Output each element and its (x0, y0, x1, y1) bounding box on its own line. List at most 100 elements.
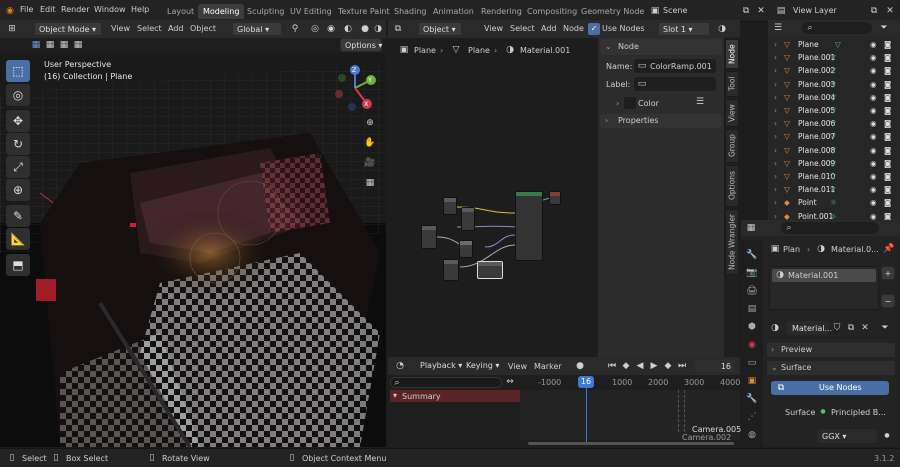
measure-tool-icon[interactable]: 📐 (6, 228, 30, 250)
surface-panel-header[interactable]: ⌄ Surface (767, 361, 895, 375)
duplicate-material-icon[interactable]: ⧉ (845, 322, 857, 334)
hide-eye-icon[interactable]: ◉ (870, 119, 877, 128)
outliner-expand-icon[interactable]: › (774, 146, 777, 155)
scale-tool-icon[interactable]: ⤢ (6, 156, 30, 178)
tab-node[interactable]: Node (725, 39, 739, 69)
options-dropdown[interactable]: Options ▾ (340, 38, 382, 52)
shading-solid-icon[interactable]: ● (359, 23, 371, 35)
shader-type-dropdown[interactable]: Object ▾ (418, 22, 462, 36)
transform-orientation-dropdown[interactable]: Global ▾ (232, 22, 282, 36)
tab-uv-editing[interactable]: UV Editing (285, 4, 337, 19)
blender-logo-icon[interactable]: ◉ (4, 5, 16, 17)
node-mix[interactable] (477, 261, 503, 279)
material-slots-list[interactable]: ◑ Material.001 (769, 266, 879, 310)
camera-view-icon[interactable]: 🎥 (364, 157, 376, 169)
outliner-expand-icon[interactable]: › (774, 80, 777, 89)
tab-compositing[interactable]: Compositing (522, 4, 582, 19)
cursor-tool-icon[interactable]: ◎ (6, 84, 30, 106)
prev-keyframe-icon[interactable]: ◆ (620, 360, 632, 372)
use-nodes-button[interactable]: ⧉ Use Nodes (771, 381, 889, 395)
tab-modeling[interactable]: Modeling (198, 4, 245, 19)
render-camera-icon[interactable]: ◙ (884, 172, 891, 181)
view-layer-name[interactable]: View Layer (793, 6, 837, 15)
outliner-expand-icon[interactable]: › (774, 132, 777, 141)
pan-hand-icon[interactable]: ✋ (364, 137, 376, 149)
menu-render[interactable]: Render (61, 5, 89, 14)
outliner-row[interactable]: › ▽ Plane.002 ▽ ◉ ◙ (768, 65, 900, 78)
tool-tab-icon[interactable]: 🔧 (745, 248, 759, 262)
surface-field-value[interactable]: Principled B... (831, 408, 886, 417)
hide-eye-icon[interactable]: ◉ (870, 40, 877, 49)
tab-node-wrangler[interactable]: Node Wrangler (725, 209, 739, 275)
current-frame-indicator[interactable]: 16 (578, 376, 594, 388)
select-invert-icon[interactable]: ▦ (72, 39, 84, 51)
outliner-row[interactable]: › ▽ Plane.006 ▽ ◉ ◙ (768, 118, 900, 131)
view-layer-tab-icon[interactable]: ▤ (745, 302, 759, 316)
shading-material-icon[interactable]: ◑ (372, 23, 384, 35)
distribution-dropdown[interactable]: GGX ▾ (817, 429, 877, 443)
node-editor-type-icon[interactable]: ⧉ (392, 23, 404, 35)
play-reverse-icon[interactable]: ◀ (634, 360, 646, 372)
outliner-row[interactable]: › ▽ Plane.004 ▽ ◉ ◙ (768, 92, 900, 105)
hide-eye-icon[interactable]: ◉ (870, 53, 877, 62)
browse-material-icon[interactable]: ◑ (769, 322, 781, 334)
menu-window[interactable]: Window (94, 5, 126, 14)
scene-tab-icon[interactable]: ⬢ (745, 320, 759, 334)
editor-type-icon[interactable]: ⊞ (6, 23, 18, 35)
outliner-row[interactable]: › ▽ Plane.003 ▽ ◉ ◙ (768, 79, 900, 92)
collection-tab-icon[interactable]: ▭ (745, 356, 759, 370)
name-field[interactable]: ▭ ColorRamp.001 (634, 59, 716, 73)
scene-name[interactable]: Scene (663, 6, 687, 15)
fake-user-icon[interactable]: ⛉ (831, 322, 843, 334)
slot-dropdown[interactable]: Slot 1 ▾ (658, 22, 710, 36)
render-camera-icon[interactable]: ◙ (884, 66, 891, 75)
3d-viewport[interactable]: User Perspective (16) Collection | Plane… (0, 53, 386, 447)
timeline-scrollbar[interactable] (528, 442, 734, 445)
physics-tab-icon[interactable]: ◍ (745, 428, 759, 442)
viewport-menu-select[interactable]: Select (137, 24, 162, 33)
jump-start-icon[interactable]: ⏮ (606, 360, 618, 372)
timeline-type-icon[interactable]: ◔ (394, 360, 406, 372)
outliner-expand-icon[interactable]: › (774, 119, 777, 128)
timeline[interactable]: ◔ Playback ▾ Keying ▾ View Marker ● ⏮ ◆ … (388, 357, 741, 447)
node-menu-select[interactable]: Select (510, 24, 535, 33)
node-texcoord[interactable] (443, 197, 457, 215)
tab-group[interactable]: Group (725, 129, 739, 163)
outliner-search-field[interactable]: ⌕ (802, 22, 872, 34)
outliner-row[interactable]: › ▽ Plane.010 ▽ ◉ ◙ (768, 171, 900, 184)
perspective-grid-icon[interactable]: ▦ (364, 177, 376, 189)
snap-icon[interactable]: ⚲ (289, 23, 301, 35)
node-principled-bsdf[interactable] (515, 191, 543, 261)
node-image-texture[interactable] (421, 225, 437, 249)
add-slot-button[interactable]: + (881, 266, 895, 280)
outliner-expand-icon[interactable]: › (774, 198, 777, 207)
delete-scene-icon[interactable]: ✕ (755, 5, 767, 17)
tab-shading[interactable]: Shading (389, 4, 432, 19)
swap-icon[interactable]: ⇔ (504, 376, 516, 388)
hide-eye-icon[interactable]: ◉ (870, 198, 877, 207)
tab-sculpting[interactable]: Sculpting (242, 4, 289, 19)
node-bump[interactable] (443, 259, 459, 281)
link-type-icon[interactable]: ⏷ (879, 322, 891, 334)
outliner-expand-icon[interactable]: › (774, 159, 777, 168)
outliner-expand-icon[interactable]: › (774, 66, 777, 75)
tab-geometry-nodes[interactable]: Geometry Node (576, 4, 649, 19)
node-colorramp[interactable] (459, 240, 473, 258)
mode-dropdown[interactable]: Object Mode ▾ (34, 22, 102, 36)
overlays-icon[interactable]: ◐ (342, 23, 354, 35)
properties-search-field[interactable]: ⌕ (781, 222, 879, 234)
render-camera-icon[interactable]: ◙ (884, 159, 891, 168)
render-camera-icon[interactable]: ◙ (884, 185, 891, 194)
select-tool-icon[interactable]: ⬚ (6, 60, 30, 82)
proportional-edit-icon[interactable]: ◎ (309, 23, 321, 35)
color-checkbox[interactable] (624, 97, 636, 109)
render-camera-icon[interactable]: ◙ (884, 106, 891, 115)
tab-view[interactable]: View (725, 99, 739, 127)
properties-type-icon[interactable]: ▦ (745, 222, 757, 234)
summary-row[interactable]: ▾ Summary (390, 390, 520, 402)
node-mapping[interactable] (461, 207, 475, 231)
node-menu-add[interactable]: Add (541, 24, 557, 33)
outliner-expand-icon[interactable]: › (774, 172, 777, 181)
select-subtract-icon[interactable]: ▦ (58, 39, 70, 51)
use-nodes-checkbox[interactable]: ✓ (588, 23, 600, 35)
